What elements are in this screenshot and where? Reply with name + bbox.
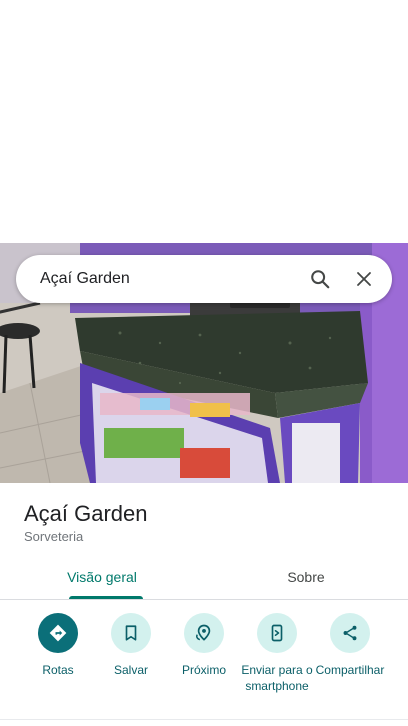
close-icon[interactable] — [342, 257, 386, 301]
search-icon[interactable] — [298, 257, 342, 301]
send-to-phone-button[interactable]: Enviar para o smartphone — [239, 613, 315, 694]
directions-label: Rotas — [42, 663, 74, 677]
search-input[interactable]: Açaí Garden — [16, 270, 298, 288]
send-to-phone-icon — [257, 613, 297, 653]
save-label: Salvar — [113, 663, 148, 677]
place-category[interactable]: Sorveteria — [24, 529, 83, 544]
share-label: Compartilhar — [315, 663, 385, 677]
action-bar: Rotas Salvar Próximo Enviar para o smart… — [0, 613, 408, 713]
share-button[interactable]: Compartilhar — [312, 613, 388, 678]
tab-about[interactable]: Sobre — [204, 560, 408, 600]
send-to-phone-label: Enviar para o smartphone — [241, 663, 313, 693]
directions-icon — [38, 613, 78, 653]
directions-button[interactable]: Rotas — [20, 613, 96, 678]
search-bar[interactable]: Açaí Garden — [16, 255, 392, 303]
bookmark-icon — [111, 613, 151, 653]
divider — [0, 719, 408, 720]
tab-overview[interactable]: Visão geral — [0, 560, 204, 600]
nearby-button[interactable]: Próximo — [166, 613, 242, 678]
place-title: Açaí Garden — [24, 501, 148, 526]
share-icon — [330, 613, 370, 653]
nearby-icon — [184, 613, 224, 653]
tab-bar: Visão geral Sobre — [0, 560, 408, 600]
active-tab-indicator — [69, 596, 143, 599]
nearby-label: Próximo — [181, 663, 226, 677]
place-details-page: Açaí Garden Açaí Garden Sorveteria Visão… — [0, 0, 408, 726]
save-button[interactable]: Salvar — [93, 613, 169, 678]
